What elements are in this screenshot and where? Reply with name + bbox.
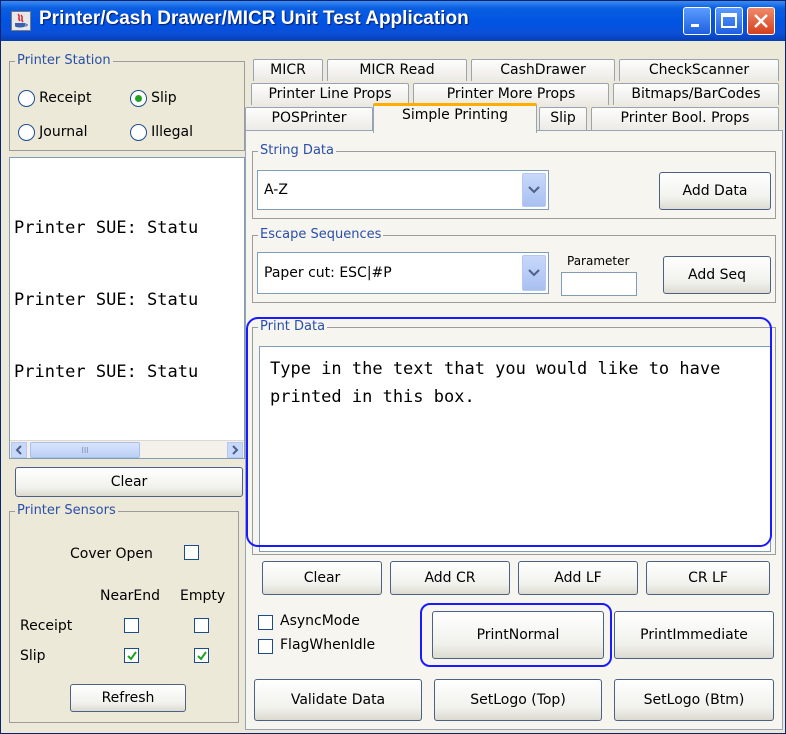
radio-journal-label: Journal <box>39 124 88 140</box>
tab-bitmaps-barcodes[interactable]: Bitmaps/BarCodes <box>613 83 779 105</box>
set-logo-top-button[interactable]: SetLogo (Top) <box>434 679 602 721</box>
simple-printing-panel: String Data A-Z Add Data Escape Sequence… <box>245 130 783 730</box>
tab-checkscanner[interactable]: CheckScanner <box>619 59 779 81</box>
flag-when-idle-label: FlagWhenIdle <box>280 637 376 653</box>
log-line: Printer SUE: Statu <box>14 218 199 238</box>
radio-illegal-indicator[interactable] <box>130 124 147 141</box>
flag-when-idle-checkbox[interactable] <box>258 639 273 654</box>
string-data-title: String Data <box>258 143 336 159</box>
radio-journal-indicator[interactable] <box>18 124 35 141</box>
print-data-group: Print Data Type in the text that you wou… <box>252 319 776 555</box>
slip-sensor-label: Slip <box>20 648 46 664</box>
log-line: Printer SUE: Statu <box>14 362 199 382</box>
escape-sequences-group: Escape Sequences Paper cut: ESC|#P Param… <box>252 227 776 303</box>
slip-empty-checkbox[interactable] <box>194 648 209 663</box>
tab-printer-line-props[interactable]: Printer Line Props <box>251 83 409 105</box>
dropdown-arrow-icon[interactable] <box>522 173 546 207</box>
printer-station-group: Printer Station Receipt Slip Journal Ill… <box>9 53 245 151</box>
radio-slip[interactable]: Slip <box>130 90 177 107</box>
tab-micr-read[interactable]: MICR Read <box>327 59 467 81</box>
string-data-combo[interactable]: A-Z <box>257 170 549 210</box>
add-cr-button[interactable]: Add CR <box>390 561 510 595</box>
tab-printer-bool-props[interactable]: Printer Bool. Props <box>591 107 779 131</box>
tab-slip[interactable]: Slip <box>539 107 587 131</box>
parameter-input[interactable] <box>561 272 637 296</box>
log-lines: Printer SUE: Statu Printer SUE: Statu Pr… <box>14 168 198 432</box>
cover-open-label: Cover Open <box>70 546 153 562</box>
dropdown-arrow-icon[interactable] <box>522 255 546 291</box>
async-mode-checkbox[interactable] <box>258 615 273 630</box>
java-app-icon <box>11 11 31 31</box>
status-log[interactable]: Printer SUE: Statu Printer SUE: Statu Pr… <box>9 157 245 459</box>
radio-illegal[interactable]: Illegal <box>130 124 193 141</box>
printer-station-title: Printer Station <box>15 53 113 69</box>
near-end-header: NearEnd <box>100 588 161 604</box>
escape-sequence-value: Paper cut: ESC|#P <box>264 265 392 281</box>
radio-journal[interactable]: Journal <box>18 124 88 141</box>
tab-simple-printing[interactable]: Simple Printing <box>373 103 537 133</box>
cr-lf-button[interactable]: CR LF <box>646 561 770 595</box>
string-data-value: A-Z <box>264 182 288 198</box>
refresh-button[interactable]: Refresh <box>70 684 186 712</box>
scroll-left-arrow-icon[interactable] <box>11 442 27 458</box>
print-data-textarea[interactable]: Type in the text that you would like to … <box>259 346 771 552</box>
horizontal-scrollbar[interactable]: III <box>10 440 244 458</box>
title-bar[interactable]: Printer/Cash Drawer/MICR Unit Test Appli… <box>1 1 785 41</box>
async-mode-label: AsyncMode <box>280 613 360 629</box>
tab-posprinter[interactable]: POSPrinter <box>245 107 373 131</box>
print-normal-button[interactable]: PrintNormal <box>432 611 604 659</box>
parameter-label: Parameter <box>567 254 630 268</box>
radio-receipt-indicator[interactable] <box>18 90 35 107</box>
print-data-title: Print Data <box>258 319 328 335</box>
radio-receipt-label: Receipt <box>39 90 92 106</box>
maximize-button[interactable] <box>715 7 743 35</box>
validate-data-button[interactable]: Validate Data <box>254 679 422 721</box>
set-logo-btm-button[interactable]: SetLogo (Btm) <box>614 679 774 721</box>
add-data-button[interactable]: Add Data <box>659 172 771 210</box>
clear-print-data-button[interactable]: Clear <box>262 561 382 595</box>
window-title: Printer/Cash Drawer/MICR Unit Test Appli… <box>39 8 469 29</box>
tab-micr[interactable]: MICR <box>253 59 323 81</box>
string-data-group: String Data A-Z Add Data <box>252 143 776 219</box>
log-clear-button[interactable]: Clear <box>15 467 243 497</box>
receipt-sensor-label: Receipt <box>20 618 73 634</box>
tab-cashdrawer[interactable]: CashDrawer <box>471 59 615 81</box>
minimize-button[interactable] <box>683 7 711 35</box>
printer-sensors-title: Printer Sensors <box>15 503 118 519</box>
radio-slip-label: Slip <box>151 90 177 106</box>
empty-header: Empty <box>180 588 226 604</box>
checkmark-icon <box>127 651 137 661</box>
add-seq-button[interactable]: Add Seq <box>663 256 771 294</box>
slip-near-end-checkbox[interactable] <box>124 648 139 663</box>
log-line: Printer SUE: Statu <box>14 290 199 310</box>
app-window: Printer/Cash Drawer/MICR Unit Test Appli… <box>0 0 786 734</box>
cover-open-checkbox[interactable] <box>184 545 199 560</box>
radio-illegal-label: Illegal <box>151 124 194 140</box>
checkmark-icon <box>197 651 207 661</box>
scroll-right-arrow-icon[interactable] <box>227 442 243 458</box>
radio-slip-indicator[interactable] <box>130 90 147 107</box>
print-immediate-button[interactable]: PrintImmediate <box>614 611 774 659</box>
escape-sequence-combo[interactable]: Paper cut: ESC|#P <box>257 252 549 294</box>
tab-printer-more-props[interactable]: Printer More Props <box>413 83 609 105</box>
add-lf-button[interactable]: Add LF <box>518 561 638 595</box>
escape-sequences-title: Escape Sequences <box>258 227 384 243</box>
close-button[interactable] <box>747 7 775 35</box>
scroll-thumb[interactable]: III <box>30 442 140 458</box>
radio-receipt[interactable]: Receipt <box>18 90 91 107</box>
receipt-empty-checkbox[interactable] <box>194 618 209 633</box>
receipt-near-end-checkbox[interactable] <box>124 618 139 633</box>
printer-sensors-group: Printer Sensors Cover Open NearEnd Empty… <box>9 503 239 723</box>
